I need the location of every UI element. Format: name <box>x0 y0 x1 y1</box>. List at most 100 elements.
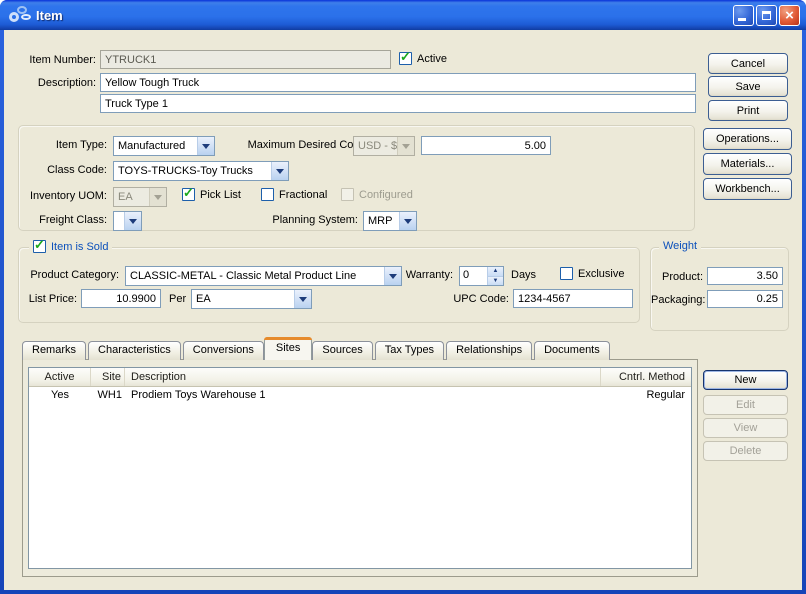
exclusive-checkbox[interactable]: Exclusive <box>560 267 624 280</box>
product-category-label: Product Category: <box>23 269 119 281</box>
tab-characteristics[interactable]: Characteristics <box>88 341 181 360</box>
selected-value: Manufactured <box>114 140 197 152</box>
check-icon: ✓ <box>183 185 194 201</box>
minimize-button[interactable] <box>733 5 754 26</box>
window-controls: × <box>733 5 800 26</box>
item-is-sold-group: ✓ Item is Sold Product Category: CLASSIC… <box>18 247 640 323</box>
description-line2-input[interactable] <box>100 94 696 113</box>
app-icon <box>8 5 30 25</box>
spin-up-icon[interactable]: ▲ <box>488 267 503 276</box>
per-label: Per <box>169 293 186 305</box>
currency-select: USD - $ <box>353 136 415 156</box>
list-price-label: List Price: <box>23 293 77 305</box>
tab-tax-types[interactable]: Tax Types <box>375 341 444 360</box>
configured-label: Configured <box>359 189 413 201</box>
list-price-input[interactable] <box>81 289 161 308</box>
item-number-input <box>100 50 391 69</box>
per-uom-select[interactable]: EA <box>191 289 312 309</box>
column-header-description[interactable]: Description <box>125 368 601 386</box>
save-button[interactable]: Save <box>708 76 788 97</box>
window-title: Item <box>36 8 733 23</box>
description-line1-input[interactable] <box>100 73 696 92</box>
chevron-down-icon <box>149 188 166 206</box>
freight-class-select[interactable] <box>113 211 142 231</box>
class-code-label: Class Code: <box>19 164 107 176</box>
materials-button[interactable]: Materials... <box>703 153 792 175</box>
class-code-select[interactable]: TOYS-TRUCKS-Toy Trucks <box>113 161 289 181</box>
selected-value: USD - $ <box>354 140 397 152</box>
table-row[interactable]: YesWH1Prodiem Toys Warehouse 1Regular <box>29 387 691 404</box>
tab-sources[interactable]: Sources <box>312 341 372 360</box>
new-button[interactable]: New <box>703 370 788 390</box>
item-number-label: Item Number: <box>10 54 96 66</box>
description-label: Description: <box>10 77 96 89</box>
chevron-down-icon <box>197 137 214 155</box>
column-header-cntrl-method[interactable]: Cntrl. Method <box>601 368 691 386</box>
check-icon: ✓ <box>400 49 411 65</box>
cell: Regular <box>601 387 691 404</box>
sites-table: ActiveSiteDescriptionCntrl. Method YesWH… <box>28 367 692 569</box>
minimize-icon <box>738 18 746 21</box>
titlebar[interactable]: Item × <box>0 0 806 30</box>
item-is-sold-checkbox[interactable]: ✓ <box>33 240 46 253</box>
chevron-down-icon <box>124 212 141 230</box>
weight-product-input[interactable] <box>707 267 783 285</box>
item-type-label: Item Type: <box>19 139 107 151</box>
close-icon: × <box>785 8 794 23</box>
item-window: Item × Item Number: ✓ Active Description… <box>0 0 806 594</box>
chevron-down-icon <box>271 162 288 180</box>
column-header-site[interactable]: Site <box>91 368 125 386</box>
cell: Yes <box>29 387 91 404</box>
column-header-active[interactable]: Active <box>29 368 91 386</box>
pick-list-checkbox[interactable]: ✓ Pick List <box>182 188 241 201</box>
upc-code-label: UPC Code: <box>437 293 509 305</box>
chevron-down-icon <box>384 267 401 285</box>
max-desired-cost-label: Maximum Desired Cost: <box>217 139 365 151</box>
inventory-uom-select: EA <box>113 187 167 207</box>
item-attributes-group: Item Type: Manufactured Maximum Desired … <box>18 125 695 231</box>
weight-packaging-input[interactable] <box>707 290 783 308</box>
warranty-label: Warranty: <box>404 269 453 281</box>
delete-button: Delete <box>703 441 788 461</box>
tab-sites[interactable]: Sites <box>264 337 312 360</box>
planning-system-select[interactable]: MRP <box>363 211 417 231</box>
tab-content-pane: ActiveSiteDescriptionCntrl. Method YesWH… <box>22 359 698 577</box>
active-label: Active <box>417 53 447 65</box>
close-button[interactable]: × <box>779 5 800 26</box>
print-button[interactable]: Print <box>708 100 788 121</box>
tab-documents[interactable]: Documents <box>534 341 610 360</box>
operations-button[interactable]: Operations... <box>703 128 792 150</box>
chevron-down-icon <box>399 212 416 230</box>
product-category-select[interactable]: CLASSIC-METAL - Classic Metal Product Li… <box>125 266 402 286</box>
workbench-button[interactable]: Workbench... <box>703 178 792 200</box>
active-checkbox[interactable]: ✓ Active <box>399 52 447 65</box>
tab-remarks[interactable]: Remarks <box>22 341 86 360</box>
maximize-icon <box>762 11 771 20</box>
days-label: Days <box>511 269 536 281</box>
warranty-value: 0 <box>460 267 487 285</box>
spin-down-icon[interactable]: ▼ <box>488 276 503 286</box>
tab-bar: RemarksCharacteristicsConversionsSitesSo… <box>22 337 612 360</box>
chevron-down-icon <box>294 290 311 308</box>
selected-value: EA <box>192 293 294 305</box>
weight-packaging-label: Packaging: <box>651 294 705 306</box>
maximize-button[interactable] <box>756 5 777 26</box>
freight-class-label: Freight Class: <box>19 214 107 226</box>
cancel-button[interactable]: Cancel <box>708 53 788 74</box>
tab-conversions[interactable]: Conversions <box>183 341 264 360</box>
selected-value: CLASSIC-METAL - Classic Metal Product Li… <box>126 270 384 282</box>
warranty-spinner[interactable]: 0 ▲ ▼ <box>459 266 504 286</box>
max-cost-input[interactable] <box>421 136 551 155</box>
cell: Prodiem Toys Warehouse 1 <box>125 387 601 404</box>
tab-relationships[interactable]: Relationships <box>446 341 532 360</box>
upc-code-input[interactable] <box>513 289 633 308</box>
client-area: Item Number: ✓ Active Description: Cance… <box>4 30 802 590</box>
item-is-sold-title: Item is Sold <box>51 241 108 253</box>
item-type-select[interactable]: Manufactured <box>113 136 215 156</box>
selected-value: TOYS-TRUCKS-Toy Trucks <box>114 165 271 177</box>
pick-list-label: Pick List <box>200 189 241 201</box>
inventory-uom-label: Inventory UOM: <box>19 190 107 202</box>
weight-product-label: Product: <box>651 271 703 283</box>
fractional-checkbox[interactable]: Fractional <box>261 188 327 201</box>
planning-system-label: Planning System: <box>212 214 358 226</box>
